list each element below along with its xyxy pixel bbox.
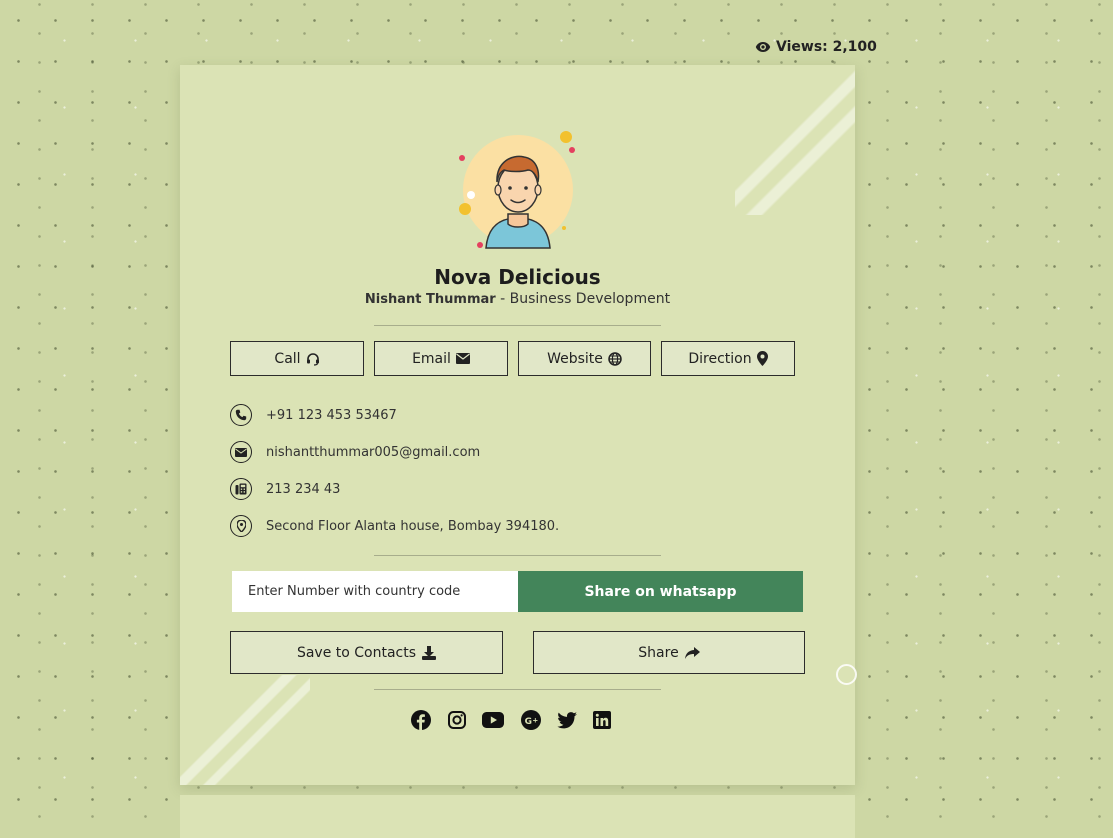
share-button[interactable]: Share	[533, 631, 805, 674]
contact-phone-text: +91 123 453 53467	[266, 407, 397, 423]
contact-item-address[interactable]: Second Floor Alanta house, Bombay 394180…	[230, 512, 559, 540]
download-icon	[422, 645, 437, 660]
next-card-edge	[180, 795, 855, 838]
contact-address-text: Second Floor Alanta house, Bombay 394180…	[266, 518, 560, 534]
map-pin-icon	[756, 351, 768, 366]
website-button[interactable]: Website	[518, 341, 651, 376]
views-label: Views: 2,100	[776, 39, 877, 55]
person-role: Business Development	[509, 291, 671, 307]
card-decoration-top-right	[735, 65, 855, 215]
phone-icon	[230, 404, 252, 426]
person-name: Nishant Thummar	[364, 292, 496, 307]
share-arrow-icon	[684, 646, 700, 659]
share-label: Share	[638, 644, 679, 661]
email-button[interactable]: Email	[374, 341, 508, 376]
direction-button[interactable]: Direction	[661, 341, 795, 376]
map-pin-icon	[230, 515, 252, 537]
save-to-contacts-label: Save to Contacts	[296, 644, 417, 661]
person-line: Nishant Thummar - Business Development	[180, 291, 855, 307]
whatsapp-number-input[interactable]	[232, 571, 518, 612]
contact-item-phone[interactable]: +91 123 453 53467	[230, 401, 397, 429]
social-links: G +	[410, 709, 625, 731]
eye-icon	[755, 42, 771, 52]
action-buttons: Call Email Website Direction	[230, 341, 796, 378]
card-decoration-bottom-left	[180, 675, 310, 785]
contact-item-fax[interactable]: 213 234 43	[230, 475, 340, 503]
email-button-label: Email	[412, 350, 451, 367]
instagram-icon[interactable]	[446, 709, 468, 731]
divider	[374, 325, 661, 326]
svg-text:G: G	[525, 717, 532, 727]
fax-icon	[230, 478, 252, 500]
call-button[interactable]: Call	[230, 341, 364, 376]
twitter-icon[interactable]	[556, 709, 578, 731]
name-role-separator: -	[495, 291, 510, 307]
divider	[374, 689, 661, 690]
share-on-whatsapp-button[interactable]: Share on whatsapp	[518, 571, 803, 612]
envelope-icon	[455, 353, 470, 364]
save-to-contacts-button[interactable]: Save to Contacts	[230, 631, 503, 674]
website-button-label: Website	[547, 350, 603, 367]
headset-icon	[306, 352, 319, 366]
svg-text:+: +	[532, 717, 538, 725]
contact-email-text: nishantthummar005@gmail.com	[266, 444, 481, 460]
youtube-icon[interactable]	[482, 709, 504, 731]
contact-item-email[interactable]: nishantthummar005@gmail.com	[230, 438, 480, 466]
company-name: Nova Delicious	[434, 265, 601, 289]
direction-button-label: Direction	[688, 350, 752, 367]
divider	[374, 555, 661, 556]
contact-fax-text: 213 234 43	[266, 481, 341, 497]
google-plus-icon[interactable]: G +	[520, 709, 542, 731]
facebook-icon[interactable]	[410, 709, 432, 731]
envelope-icon	[230, 441, 252, 463]
avatar-illustration	[459, 131, 575, 249]
loading-ring-icon	[836, 664, 857, 685]
globe-icon	[608, 351, 622, 366]
views-counter: Views: 2,100	[755, 39, 877, 55]
call-button-label: Call	[274, 350, 301, 367]
linkedin-icon[interactable]	[591, 709, 613, 731]
business-card: Nova Delicious Nishant Thummar - Busines…	[180, 65, 855, 785]
